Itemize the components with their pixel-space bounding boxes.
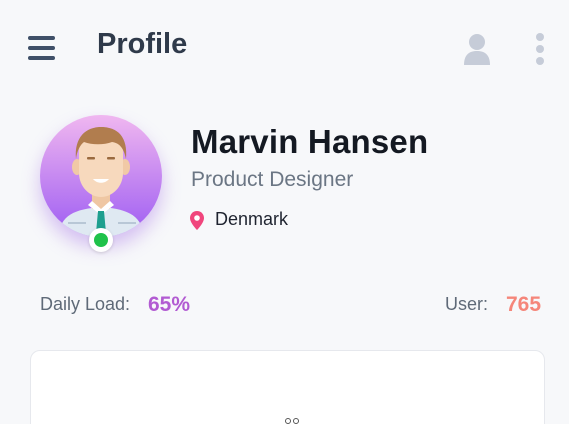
profile-role: Product Designer (191, 168, 354, 191)
online-status-indicator (89, 228, 113, 252)
avatar[interactable] (40, 115, 162, 237)
profile-screen: Profile Marvin Hansen Product Designer D… (0, 0, 569, 424)
user-icon[interactable] (462, 32, 492, 66)
card-icon-partial (285, 418, 301, 424)
hamburger-menu-icon[interactable] (28, 36, 56, 60)
user-count-label: User: (445, 294, 489, 314)
profile-name: Marvin Hansen (191, 123, 429, 160)
daily-load-label: Daily Load: (40, 294, 131, 314)
content-card[interactable] (30, 350, 545, 424)
more-vertical-icon[interactable] (531, 32, 549, 66)
daily-load-value: 65% (148, 293, 191, 316)
page-title: Profile (97, 28, 188, 60)
profile-location: Denmark (215, 209, 289, 229)
location-pin-icon (190, 211, 204, 230)
user-count-value: 765 (506, 293, 542, 316)
